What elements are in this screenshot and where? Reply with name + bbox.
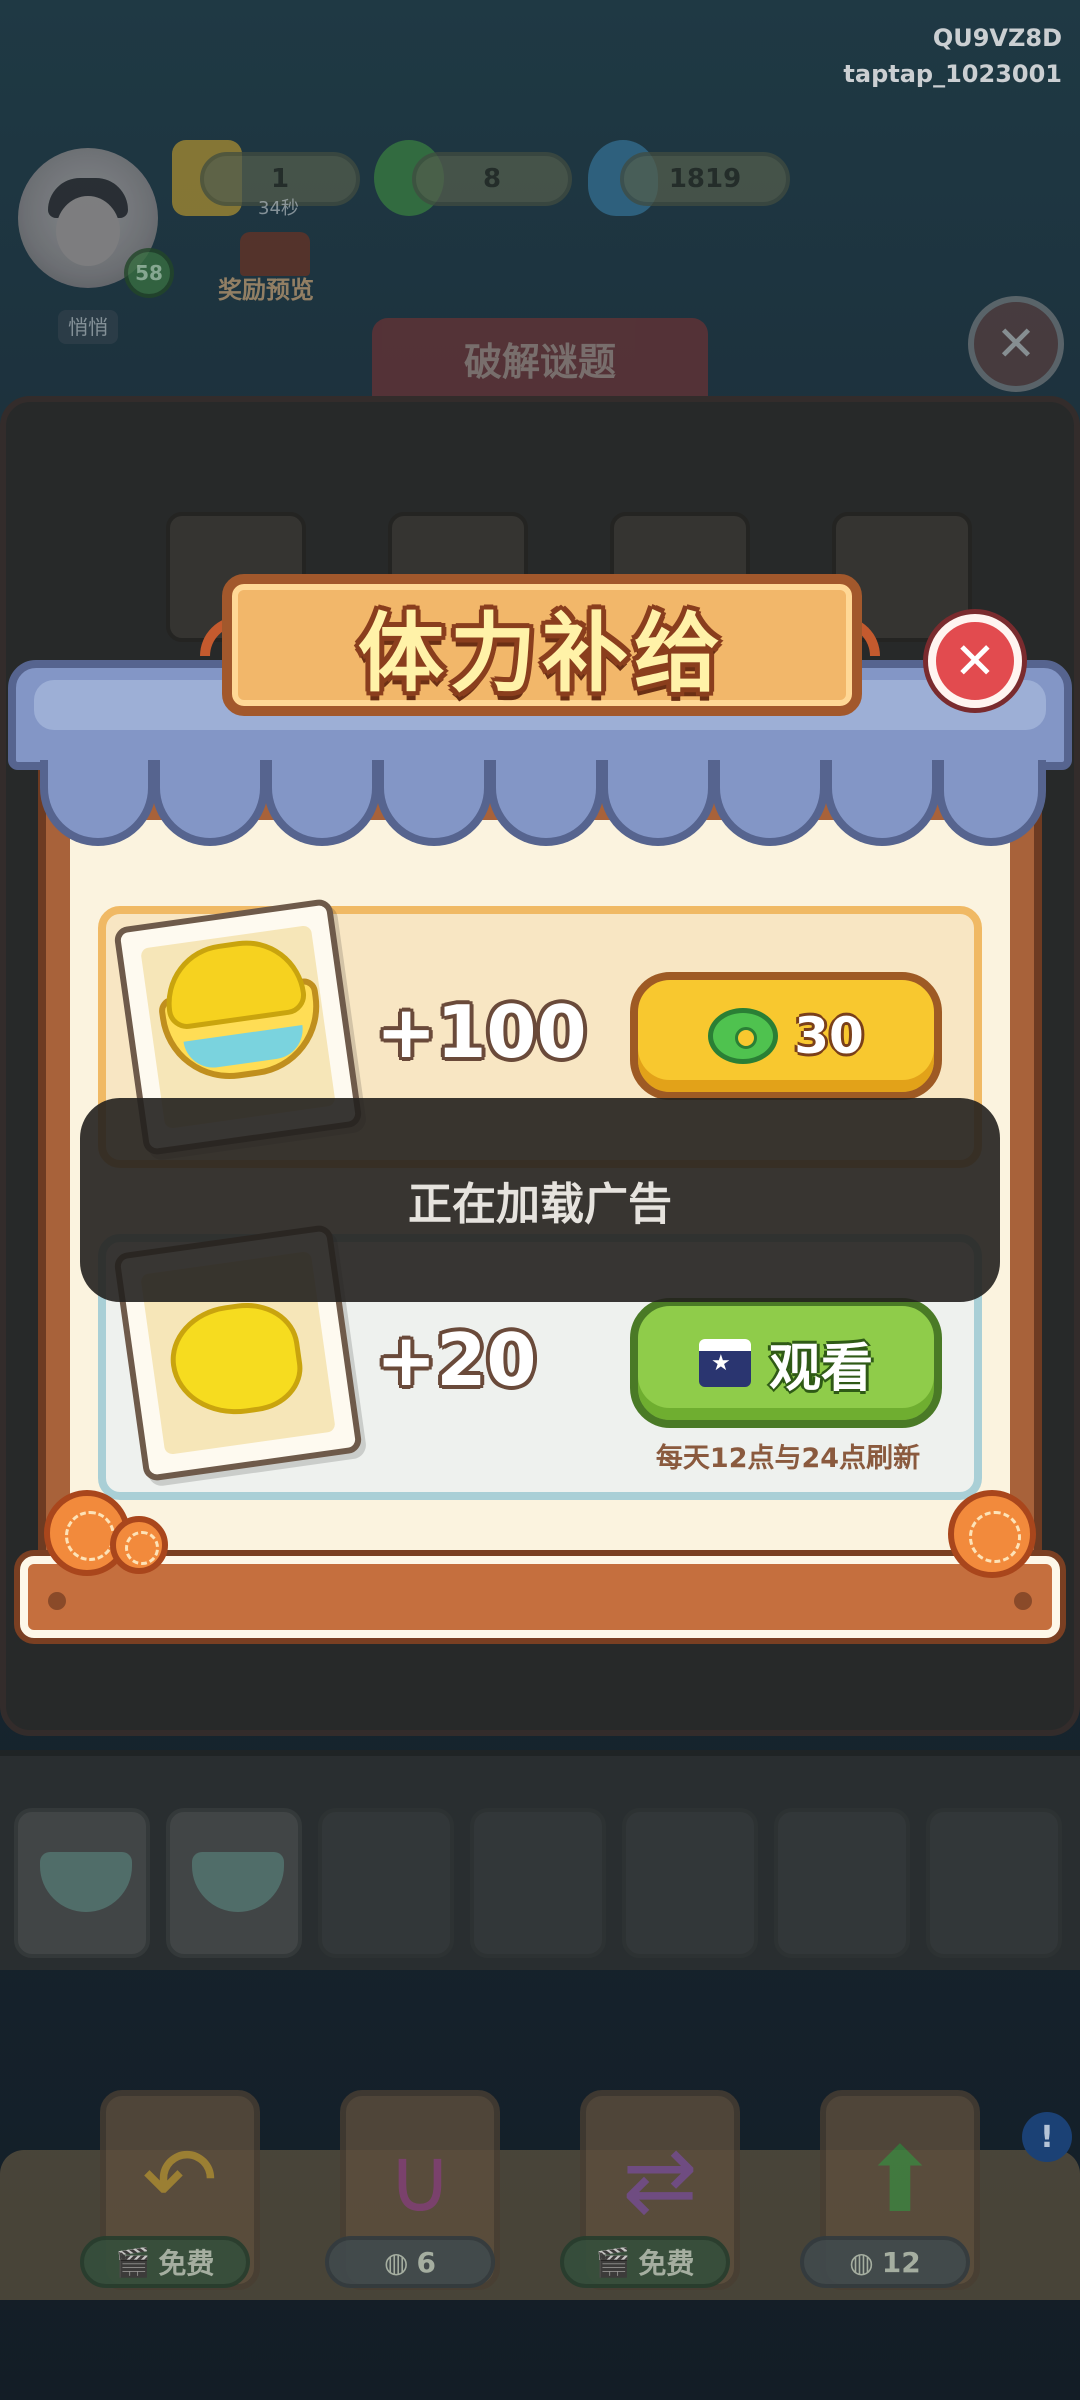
close-icon: ✕ — [954, 632, 996, 690]
clapperboard-icon — [698, 1339, 751, 1387]
refresh-note: 每天12点与24点刷新 — [655, 1443, 921, 1474]
offer-amount: +20 — [376, 1318, 537, 1402]
jade-coin-icon — [708, 1008, 779, 1064]
offer-amount: +100 — [376, 990, 587, 1074]
buy-price: 30 — [794, 1007, 864, 1065]
modal-title: 体力补给 — [358, 603, 726, 704]
orange-slice-icon — [110, 1516, 168, 1574]
buy-with-jade-button[interactable]: 30 — [630, 972, 942, 1100]
shop-counter — [20, 1556, 1060, 1638]
watch-label: 观看 — [768, 1338, 873, 1399]
modal-close-button[interactable]: ✕ — [928, 614, 1022, 708]
toast-text: 正在加载广告 — [408, 1179, 672, 1230]
loading-ad-toast: 正在加载广告 — [80, 1098, 1000, 1302]
orange-slice-icon — [948, 1490, 1036, 1578]
watch-ad-button[interactable]: 观看 — [630, 1298, 942, 1428]
